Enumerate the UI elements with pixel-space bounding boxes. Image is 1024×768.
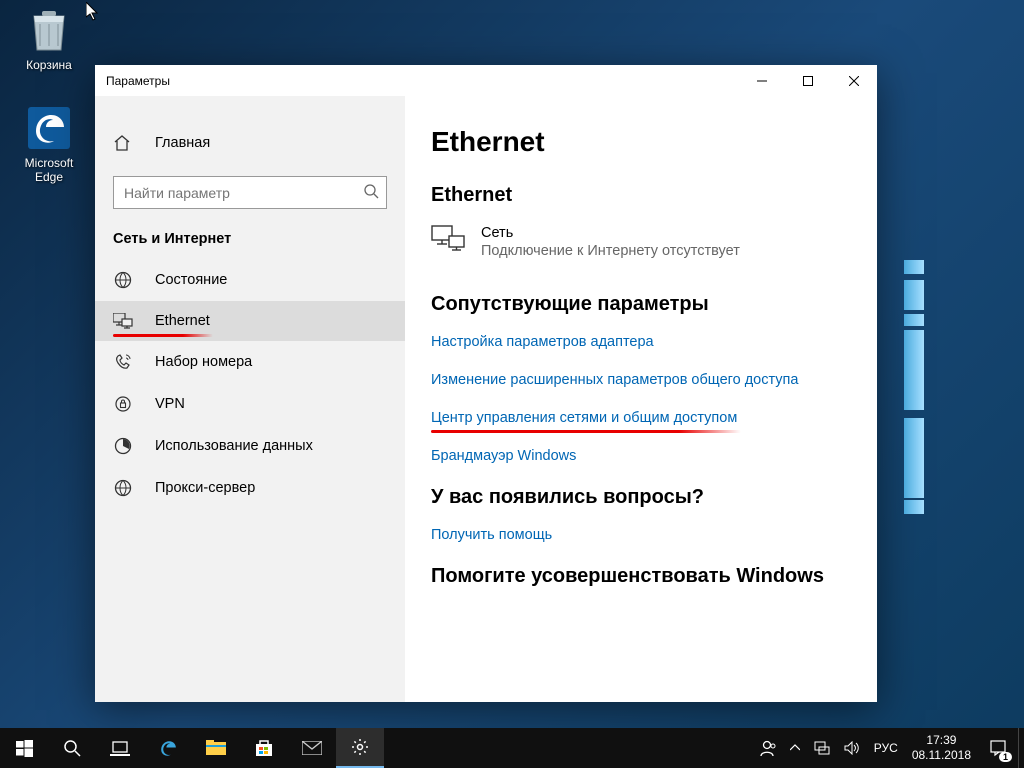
maximize-button[interactable] [785,65,831,96]
ethernet-icon [113,313,133,329]
titlebar[interactable]: Параметры [95,65,877,96]
data-icon [113,437,133,455]
related-settings-title: Сопутствующие параметры [431,293,851,316]
highlight-underline [113,334,213,337]
taskbar: РУС 17:39 08.11.2018 1 [0,728,1024,768]
wallpaper-accent [904,330,924,410]
sidebar-item-label: Использование данных [155,438,313,454]
section-ethernet: Ethernet [431,184,851,207]
clock-time: 17:39 [926,733,956,748]
get-help-link[interactable]: Получить помощь [431,527,552,543]
home-icon [113,134,133,152]
related-link-2[interactable]: Центр управления сетями и общим доступом [431,410,737,426]
sidebar-item-label: Ethernet [155,313,210,329]
sidebar-item-ethernet[interactable]: Ethernet [95,301,405,341]
wallpaper-accent [904,260,924,274]
page-title: Ethernet [431,126,851,158]
recycle-bin-icon [25,6,73,54]
network-item[interactable]: Сеть Подключение к Интернету отсутствует [431,225,851,259]
status-icon [113,271,133,289]
related-link-0[interactable]: Настройка параметров адаптера [431,334,654,350]
sidebar-item-vpn[interactable]: VPN [95,383,405,425]
wallpaper-accent [904,314,924,326]
settings-window: Параметры Главная Сеть и Интернет Состоя… [95,65,877,702]
network-status: Подключение к Интернету отсутствует [481,243,740,259]
show-desktop-button[interactable] [1018,728,1024,768]
sidebar-item-proxy[interactable]: Прокси-сервер [95,467,405,509]
sidebar-item-label: Состояние [155,272,227,288]
sidebar: Главная Сеть и Интернет Состояние Etherne… [95,96,405,702]
search-icon [363,183,379,199]
wallpaper-accent [904,280,924,310]
related-link-1[interactable]: Изменение расширенных параметров общего … [431,372,798,388]
sidebar-section-title: Сеть и Интернет [95,231,405,259]
edge-icon [25,104,73,152]
tray-volume-icon[interactable] [837,728,867,768]
recycle-bin-label: Корзина [12,58,86,72]
network-icon [431,225,465,253]
related-link-3[interactable]: Брандмауэр Windows [431,448,576,464]
improve-title: Помогите усовершенствовать Windows [431,565,851,588]
sidebar-item-dialup[interactable]: Набор номера [95,341,405,383]
taskbar-settings[interactable] [336,728,384,768]
people-button[interactable] [751,728,783,768]
sidebar-item-label: Прокси-сервер [155,480,255,496]
home-button[interactable]: Главная [95,126,405,160]
recycle-bin[interactable]: Корзина [12,6,86,72]
sidebar-item-status[interactable]: Состояние [95,259,405,301]
questions-title: У вас появились вопросы? [431,486,851,509]
system-tray: РУС 17:39 08.11.2018 1 [751,728,1024,768]
window-title: Параметры [95,74,739,88]
taskbar-file-explorer[interactable] [192,728,240,768]
search-button[interactable] [48,728,96,768]
tray-language[interactable]: РУС [867,728,905,768]
search-input[interactable] [113,176,387,209]
tray-clock[interactable]: 17:39 08.11.2018 [905,728,978,768]
taskbar-store[interactable] [240,728,288,768]
taskbar-edge[interactable] [144,728,192,768]
content-pane: Ethernet Ethernet Сеть Подключение к Инт… [405,96,877,702]
close-button[interactable] [831,65,877,96]
sidebar-item-label: Набор номера [155,354,252,370]
taskbar-mail[interactable] [288,728,336,768]
wallpaper-accent [904,418,924,498]
minimize-button[interactable] [739,65,785,96]
edge-label: Microsoft Edge [12,156,86,184]
dialup-icon [113,353,133,371]
notif-badge: 1 [999,752,1012,762]
home-label: Главная [155,135,210,151]
network-name: Сеть [481,225,740,241]
clock-date: 08.11.2018 [912,748,971,763]
wallpaper-accent [904,500,924,514]
sidebar-item-data[interactable]: Использование данных [95,425,405,467]
tray-chevron-up-icon[interactable] [783,728,807,768]
sidebar-item-label: VPN [155,396,185,412]
tray-network-icon[interactable] [807,728,837,768]
search-box[interactable] [113,176,387,209]
highlight-underline [431,430,741,433]
action-center-button[interactable]: 1 [978,728,1018,768]
cursor-icon [86,2,102,22]
proxy-icon [113,479,133,497]
microsoft-edge[interactable]: Microsoft Edge [12,104,86,184]
start-button[interactable] [0,728,48,768]
task-view-button[interactable] [96,728,144,768]
vpn-icon [113,395,133,413]
